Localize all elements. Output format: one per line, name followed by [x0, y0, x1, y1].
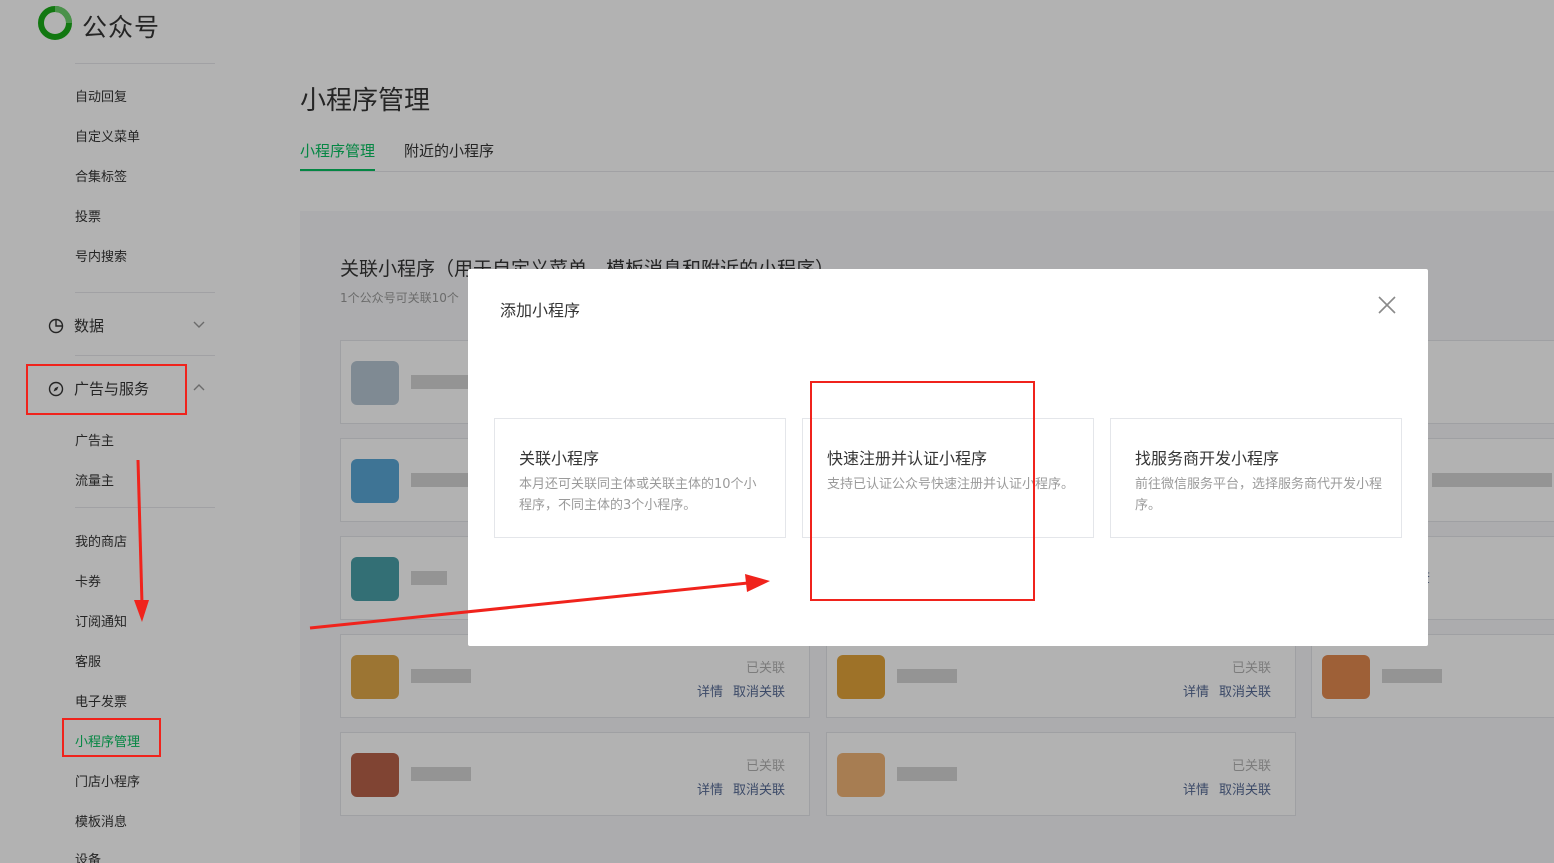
option-service-provider[interactable]: 找服务商开发小程序 前往微信服务平台，选择服务商代开发小程序。 [1110, 418, 1402, 538]
annotation-box-miniprogram-manage [62, 718, 161, 757]
option-title: 关联小程序 [519, 449, 600, 468]
option-title: 找服务商开发小程序 [1135, 449, 1280, 468]
close-icon[interactable] [1376, 294, 1398, 316]
annotation-box-quick-register [810, 381, 1035, 601]
option-description: 前往微信服务平台，选择服务商代开发小程序。 [1135, 477, 1383, 513]
option-link-miniprogram[interactable]: 关联小程序 本月还可关联同主体或关联主体的10个小程序，不同主体的3个小程序。 [494, 418, 786, 538]
option-description: 本月还可关联同主体或关联主体的10个小程序，不同主体的3个小程序。 [519, 477, 757, 513]
dialog-title: 添加小程序 [500, 301, 581, 320]
annotation-box-ads-services [26, 364, 187, 415]
